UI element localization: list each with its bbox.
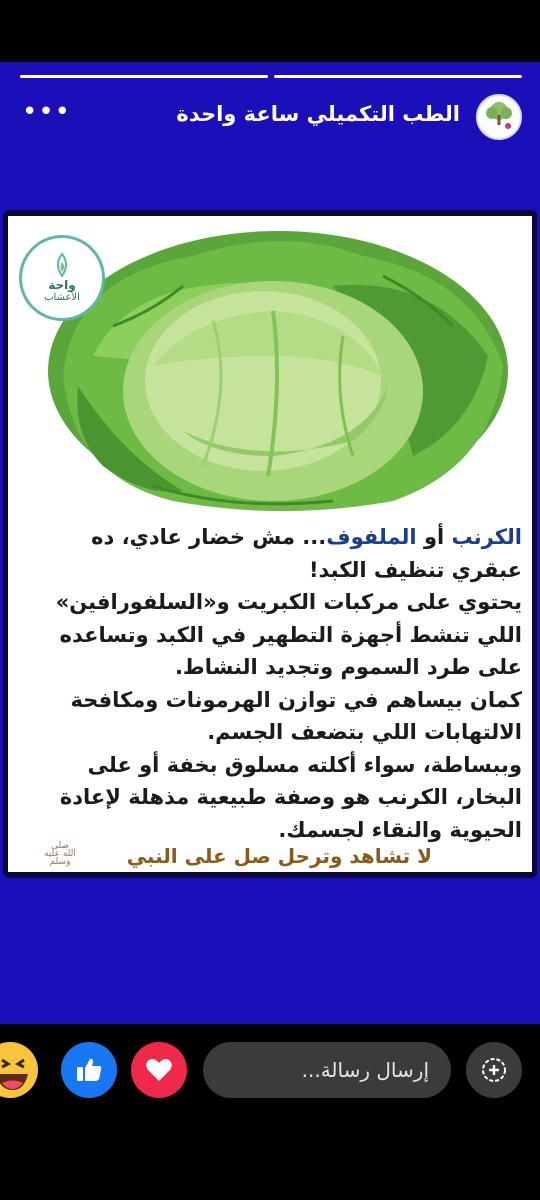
add-emoji-icon xyxy=(482,1058,506,1082)
thumbs-up-icon xyxy=(77,1058,102,1081)
article-text: الكرنب أو الملفوف... مش خضار عادي، ده عب… xyxy=(22,521,522,846)
haha-reaction-button[interactable] xyxy=(0,1042,38,1098)
closing-line: لا تشاهد وترحل صل على النبي xyxy=(126,844,432,868)
brand-logo-line2: الأعشاب xyxy=(44,292,80,303)
article-paragraph-2: كمان بيساهم في توازن الهرمونات ومكافحة ا… xyxy=(70,687,522,745)
brand-logo-line1: واحة xyxy=(48,278,76,292)
brand-logo: واحة الأعشاب xyxy=(19,235,105,321)
story-progress-segment-2 xyxy=(274,75,522,78)
like-reaction-button[interactable] xyxy=(61,1042,117,1098)
article-paragraph-3: وببساطة، سواء أكلته مسلوق بخفة أو على ال… xyxy=(59,752,522,842)
page-avatar[interactable] xyxy=(476,94,522,140)
more-options-icon[interactable]: ••• xyxy=(22,99,71,125)
page-name[interactable]: الطب التكميلي ساعة واحدة xyxy=(176,102,460,126)
add-reaction-button[interactable] xyxy=(466,1042,522,1098)
story-header: ••• الطب التكميلي ساعة واحدة xyxy=(0,92,540,142)
article-paragraph-1: يحتوي على مركبات الكبريت و«السلفورافين» … xyxy=(55,590,522,679)
title-highlight-malfouf: الملفوف xyxy=(326,525,417,549)
salawat-calligraphy: صلى الله عليه وسلم xyxy=(44,841,76,867)
avatar-tree-icon xyxy=(486,102,512,129)
cabbage-illustration xyxy=(48,231,508,511)
post-image: واحة الأعشاب الكرنب أو الملفوف... مش خضا… xyxy=(8,216,532,872)
article-title: الكرنب أو الملفوف... مش خضار عادي، ده عب… xyxy=(22,521,522,586)
message-input[interactable] xyxy=(203,1042,451,1098)
leaf-drop-icon xyxy=(57,252,67,278)
love-reaction-button[interactable] xyxy=(131,1042,187,1098)
heart-icon xyxy=(146,1059,172,1081)
haha-icon xyxy=(0,1043,37,1097)
story-progress-segment-1 xyxy=(20,75,268,78)
title-connector: أو xyxy=(416,525,452,549)
post-card: واحة الأعشاب الكرنب أو الملفوف... مش خضا… xyxy=(3,210,537,878)
title-highlight-cabbage: الكرنب xyxy=(451,525,522,549)
